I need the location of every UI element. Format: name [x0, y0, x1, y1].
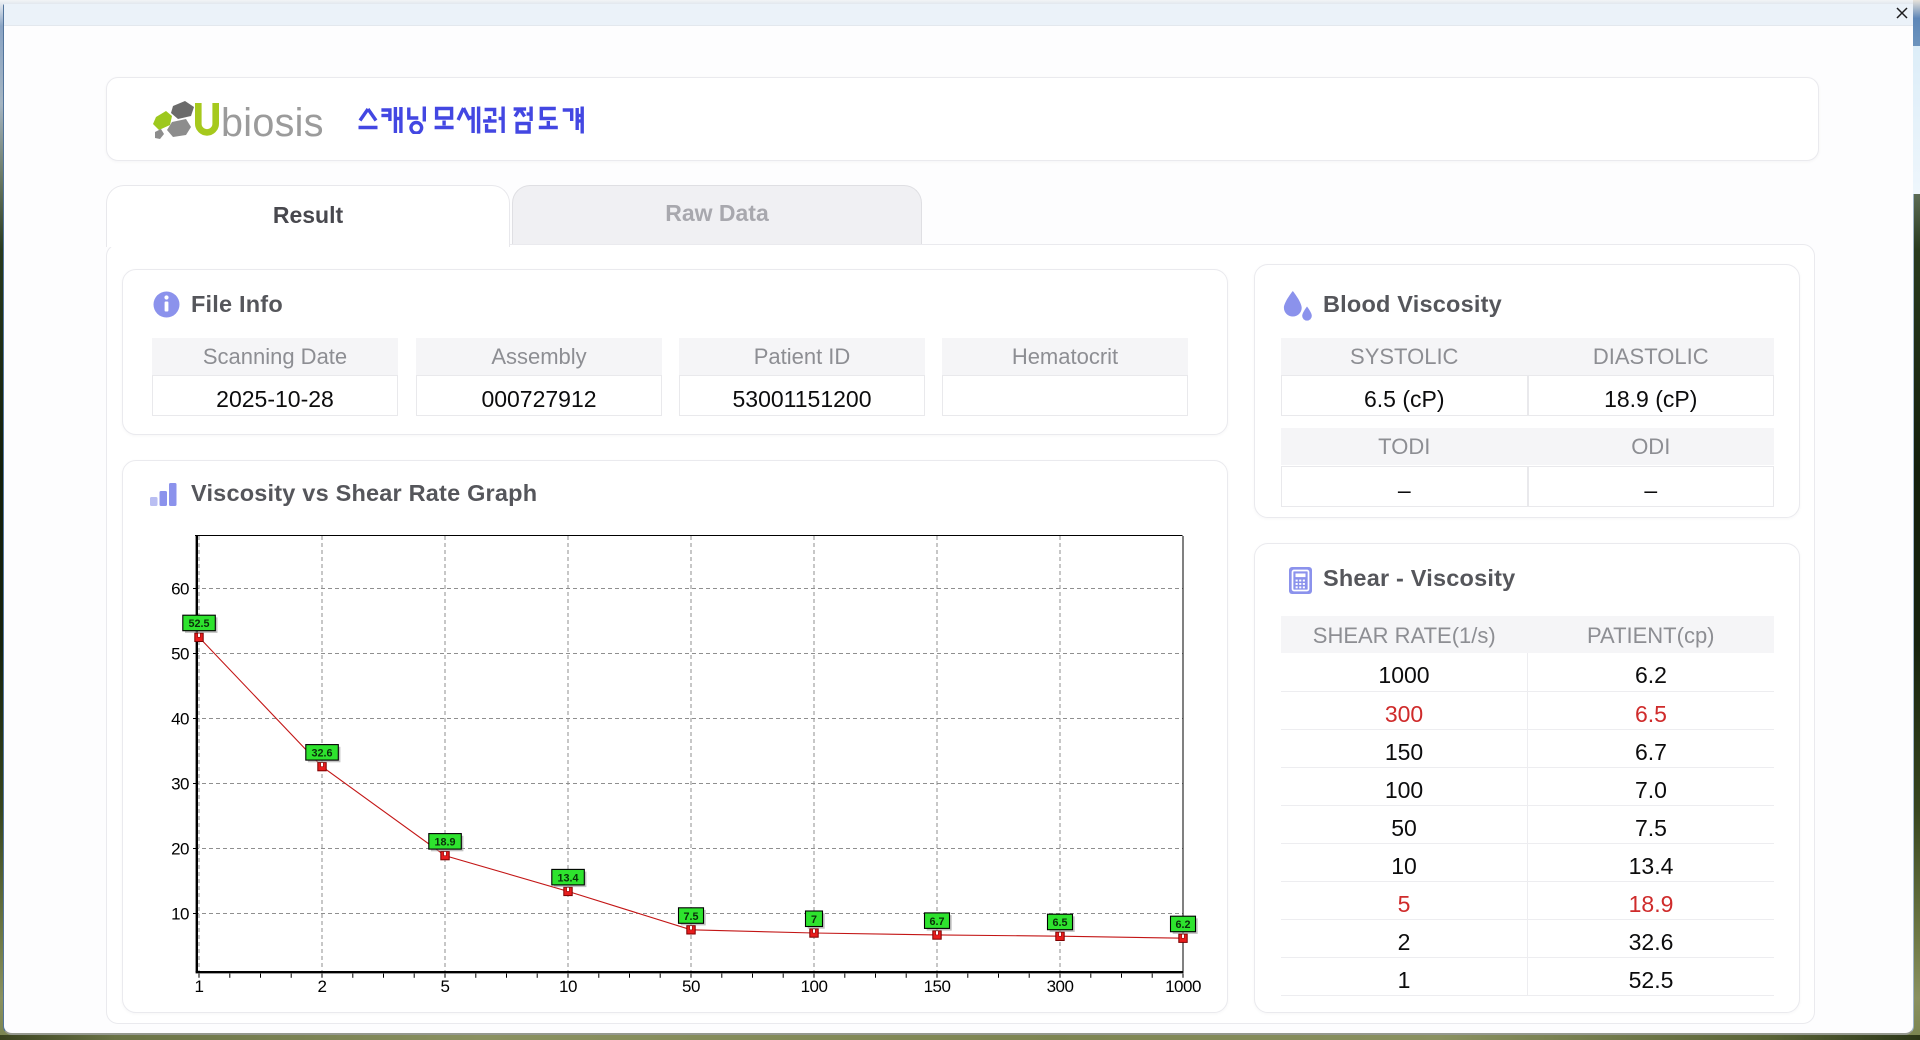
svg-text:2: 2 [318, 977, 327, 996]
svg-text:300: 300 [1047, 977, 1074, 996]
svg-text:1000: 1000 [1165, 977, 1201, 996]
svg-text:40: 40 [171, 710, 189, 729]
svg-text:6.2: 6.2 [1175, 919, 1190, 931]
svg-text:6.7: 6.7 [929, 916, 944, 928]
svg-text:biosis: biosis [221, 101, 324, 145]
svg-text:7.5: 7.5 [683, 911, 698, 923]
svg-text:60: 60 [171, 580, 189, 599]
svg-text:150: 150 [924, 977, 951, 996]
svg-text:32.6: 32.6 [311, 748, 332, 760]
svg-text:5: 5 [441, 977, 450, 996]
svg-text:100: 100 [801, 977, 828, 996]
svg-text:10: 10 [559, 977, 577, 996]
svg-text:18.9: 18.9 [434, 837, 455, 849]
svg-text:13.4: 13.4 [557, 872, 578, 884]
svg-text:20: 20 [171, 840, 189, 859]
svg-text:30: 30 [171, 775, 189, 794]
svg-text:10: 10 [171, 905, 189, 924]
svg-text:6.5: 6.5 [1052, 917, 1067, 929]
svg-text:1: 1 [195, 977, 204, 996]
svg-text:50: 50 [171, 645, 189, 664]
svg-text:50: 50 [682, 977, 700, 996]
svg-text:52.5: 52.5 [188, 618, 209, 630]
svg-text:7: 7 [811, 914, 817, 926]
